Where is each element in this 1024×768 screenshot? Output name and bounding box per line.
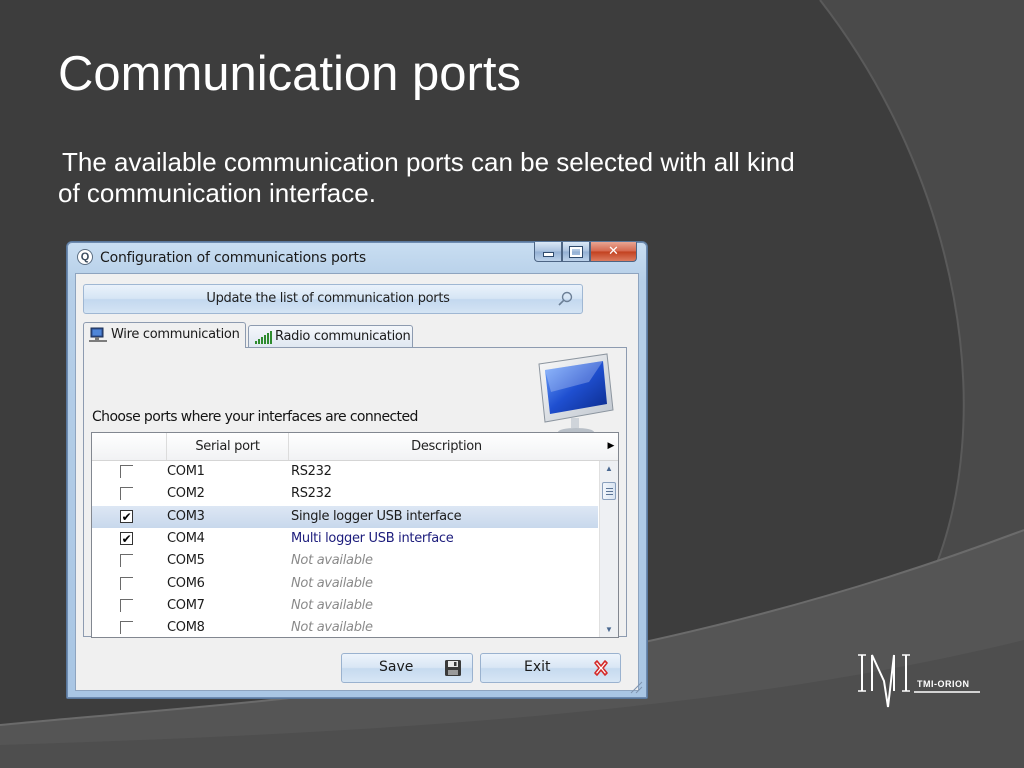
resize-grip-icon[interactable] — [629, 680, 643, 694]
signal-bars-icon — [255, 331, 272, 344]
save-label: Save — [379, 659, 414, 675]
serial-port-cell: COM6 — [167, 575, 205, 591]
serial-port-cell: COM5 — [167, 553, 205, 569]
table-row[interactable]: COM6 Not available — [92, 573, 598, 595]
window-client-area: Update the list of communication ports W… — [75, 273, 639, 691]
maximize-icon — [569, 245, 583, 258]
table-row[interactable]: COM2 RS232 — [92, 483, 598, 505]
port-checkbox[interactable]: ✔ — [120, 509, 133, 523]
vertical-scrollbar[interactable]: ▲ ▼ — [599, 461, 618, 637]
search-icon — [558, 291, 573, 306]
port-checkbox[interactable] — [120, 621, 133, 635]
port-checkbox[interactable] — [120, 487, 133, 501]
tab-radio-label: Radio communication — [275, 329, 411, 344]
thumb-grip-line — [606, 494, 613, 495]
slide-title: Communication ports — [58, 47, 521, 101]
ports-table: Serial port Description ▶ COM1 RS232 COM2 R… — [91, 432, 619, 638]
scrollbar-thumb[interactable] — [602, 482, 616, 500]
table-row[interactable]: COM8 Not available — [92, 617, 598, 637]
port-checkbox[interactable] — [120, 576, 133, 590]
maximize-button[interactable] — [562, 242, 590, 262]
serial-port-cell: COM2 — [167, 486, 205, 502]
table-row[interactable]: ✔ COM4 Multi logger USB interface — [92, 528, 598, 550]
window-controls: ✕ — [534, 242, 637, 263]
description-cell: Multi logger USB interface — [291, 530, 454, 546]
tmi-orion-logo: TMI-ORION — [858, 651, 984, 711]
save-button[interactable]: Save — [341, 653, 473, 683]
thumb-grip-line — [606, 491, 613, 492]
description-cell: Not available — [291, 553, 373, 569]
tab-wire-communication[interactable]: Wire communication — [83, 322, 246, 348]
tab-wire-label: Wire communication — [111, 327, 240, 342]
logo-text: TMI-ORION — [917, 679, 970, 689]
description-cell: Not available — [291, 597, 373, 613]
header-description[interactable]: Description — [289, 433, 604, 460]
config-window: Q Configuration of communications ports … — [66, 241, 648, 699]
port-checkbox[interactable]: ✔ — [120, 531, 133, 545]
port-checkbox[interactable] — [120, 598, 133, 612]
description-cell: Single logger USB interface — [291, 508, 462, 524]
serial-port-cell: COM8 — [167, 620, 205, 636]
app-icon: Q — [77, 249, 93, 265]
description-cell: Not available — [291, 575, 373, 591]
wire-communication-panel: Choose ports where your interfaces are c… — [83, 347, 627, 638]
table-row[interactable]: COM7 Not available — [92, 595, 598, 617]
wired-network-icon — [89, 327, 107, 342]
thumb-grip-line — [606, 488, 613, 489]
header-checkbox-column[interactable] — [92, 433, 167, 460]
exit-label: Exit — [524, 659, 551, 675]
minimize-icon — [542, 252, 554, 257]
choose-ports-label: Choose ports where your interfaces are c… — [92, 409, 418, 425]
slide-body-text: The available communication ports can be… — [58, 147, 888, 209]
port-checkbox[interactable] — [120, 554, 133, 568]
window-title: Configuration of communications ports — [100, 250, 366, 266]
floppy-disk-icon — [445, 660, 461, 676]
description-cell: Not available — [291, 620, 373, 636]
title-bar[interactable]: Q Configuration of communications ports … — [67, 242, 647, 274]
table-rows: COM1 RS232 COM2 RS232 ✔ COM3 Single logger USB… — [92, 461, 598, 637]
minimize-button[interactable] — [534, 242, 562, 262]
serial-port-cell: COM4 — [167, 530, 205, 546]
update-ports-button[interactable]: Update the list of communication ports — [83, 284, 583, 314]
description-cell: RS232 — [291, 464, 332, 479]
close-icon: ✕ — [608, 244, 619, 259]
table-row[interactable]: COM5 Not available — [92, 550, 598, 572]
update-ports-label: Update the list of communication ports — [206, 291, 450, 306]
table-header: Serial port Description ▶ — [92, 433, 618, 461]
tab-radio-communication[interactable]: Radio communication — [248, 325, 413, 348]
close-button[interactable]: ✕ — [590, 242, 637, 262]
table-row[interactable]: ✔ COM3 Single logger USB interface — [92, 505, 598, 528]
exit-button[interactable]: Exit — [480, 653, 621, 683]
serial-port-cell: COM3 — [167, 508, 205, 524]
slide-body-line-2: of communication interface. — [58, 178, 376, 208]
serial-port-cell: COM7 — [167, 597, 205, 613]
description-cell: RS232 — [291, 486, 332, 502]
header-scroll-right-icon[interactable]: ▶ — [604, 433, 618, 460]
table-row[interactable]: COM1 RS232 — [92, 461, 598, 483]
scroll-up-icon[interactable]: ▲ — [600, 461, 618, 477]
serial-port-cell: COM1 — [167, 464, 205, 479]
exit-cross-icon — [594, 660, 608, 676]
slide-body-line-1: The available communication ports can be… — [62, 147, 795, 177]
port-checkbox[interactable] — [120, 465, 133, 478]
scroll-down-icon[interactable]: ▼ — [600, 622, 618, 637]
header-serial-port[interactable]: Serial port — [167, 433, 289, 460]
